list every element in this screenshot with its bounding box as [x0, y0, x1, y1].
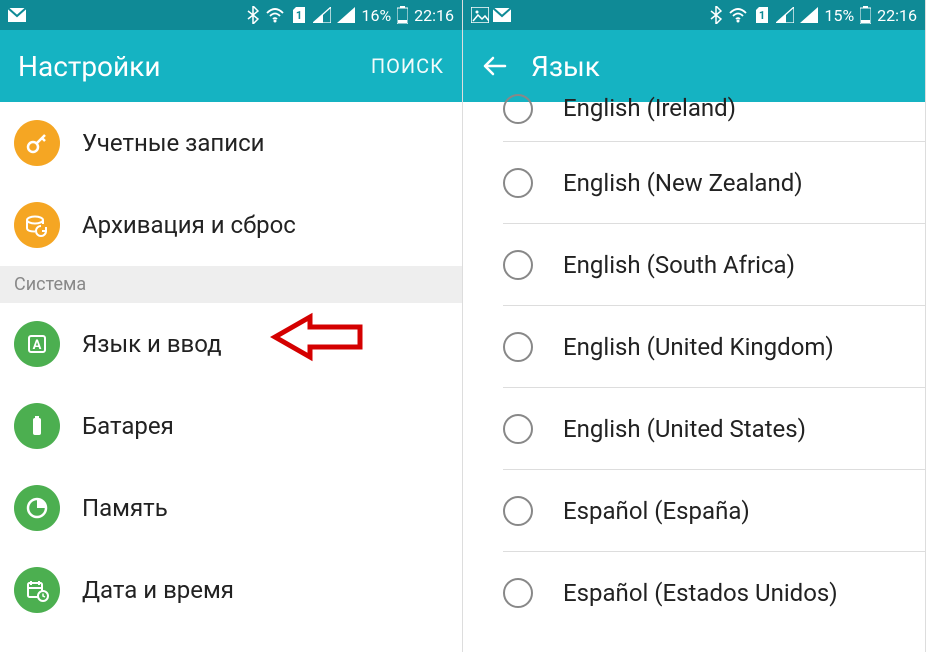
language-label: English (South Africa) [563, 251, 795, 279]
gmail-icon [8, 8, 26, 22]
wifi-icon [265, 7, 285, 23]
bluetooth-icon [247, 6, 259, 24]
sim1-icon: 1 [291, 6, 307, 24]
status-bar: 1 16% 22:16 [0, 0, 462, 30]
settings-item-label: Дата и время [82, 576, 234, 604]
language-label: English (Ireland) [563, 94, 736, 122]
language-label: Español (España) [563, 497, 750, 525]
settings-item-label: Батарея [82, 412, 174, 440]
highlight-arrow-icon [270, 309, 370, 365]
backup-icon [14, 202, 60, 248]
radio-unchecked-icon[interactable] [503, 250, 533, 280]
radio-unchecked-icon[interactable] [503, 414, 533, 444]
signal2-icon [800, 7, 818, 23]
language-list[interactable]: English (Ireland) English (New Zealand) … [463, 102, 925, 634]
language-label: English (New Zealand) [563, 169, 803, 197]
radio-unchecked-icon[interactable] [503, 496, 533, 526]
search-button[interactable]: ПОИСК [371, 54, 444, 78]
radio-unchecked-icon[interactable] [503, 168, 533, 198]
language-label: English (United Kingdom) [563, 333, 834, 361]
svg-text:1: 1 [296, 9, 302, 22]
battery-icon [397, 6, 408, 24]
page-title: Язык [531, 50, 600, 83]
clock-text: 22:16 [414, 6, 454, 25]
language-screen: 1 15% 22:16 Язык English (Ireland) Engli… [463, 0, 926, 652]
bluetooth-icon [710, 6, 722, 24]
settings-item-label: Архивация и сброс [82, 211, 296, 239]
page-title: Настройки [18, 50, 160, 83]
settings-item-battery[interactable]: Батарея [0, 385, 462, 467]
date-time-icon [14, 567, 60, 613]
language-option[interactable]: Español (España) [503, 470, 925, 552]
battery-percent: 15% [824, 6, 854, 25]
clock-text: 22:16 [877, 6, 917, 25]
key-icon [14, 120, 60, 166]
language-option[interactable]: English (United Kingdom) [503, 306, 925, 388]
memory-icon [14, 485, 60, 531]
settings-item-label: Память [82, 494, 168, 522]
signal1-icon [776, 7, 794, 23]
settings-item-label: Учетные записи [82, 129, 265, 157]
radio-unchecked-icon[interactable] [503, 332, 533, 362]
app-bar: Настройки ПОИСК [0, 30, 462, 102]
settings-item-date-time[interactable]: Дата и время [0, 549, 462, 631]
image-icon [471, 7, 489, 23]
sim1-icon: 1 [754, 6, 770, 24]
svg-text:A: A [33, 338, 42, 353]
radio-unchecked-icon[interactable] [503, 578, 533, 608]
radio-unchecked-icon[interactable] [503, 94, 533, 124]
signal1-icon [313, 7, 331, 23]
settings-item-language-input[interactable]: A Язык и ввод [0, 303, 462, 385]
language-option[interactable]: English (South Africa) [503, 224, 925, 306]
back-button[interactable] [481, 52, 509, 80]
settings-item-memory[interactable]: Память [0, 467, 462, 549]
gmail-icon [493, 8, 511, 22]
section-header-system: Система [0, 266, 462, 303]
language-option[interactable]: Español (Estados Unidos) [503, 552, 925, 634]
battery-icon [860, 6, 871, 24]
settings-item-accounts[interactable]: Учетные записи [0, 102, 462, 184]
settings-screen: 1 16% 22:16 Настройки ПОИСК Учетные запи… [0, 0, 463, 652]
status-bar: 1 15% 22:16 [463, 0, 925, 30]
language-option[interactable]: English (New Zealand) [503, 142, 925, 224]
settings-list: Учетные записи Архивация и сброс Система… [0, 102, 462, 631]
language-label: Español (Estados Unidos) [563, 579, 838, 607]
language-option[interactable]: English (United States) [503, 388, 925, 470]
language-option[interactable]: English (Ireland) [503, 102, 925, 142]
settings-item-backup[interactable]: Архивация и сброс [0, 184, 462, 266]
language-icon: A [14, 321, 60, 367]
signal2-icon [337, 7, 355, 23]
settings-item-label: Язык и ввод [82, 330, 222, 358]
language-label: English (United States) [563, 415, 806, 443]
svg-text:1: 1 [759, 9, 765, 22]
battery-percent: 16% [361, 6, 391, 25]
battery-icon [14, 403, 60, 449]
wifi-icon [728, 7, 748, 23]
app-bar: Язык [463, 30, 925, 102]
